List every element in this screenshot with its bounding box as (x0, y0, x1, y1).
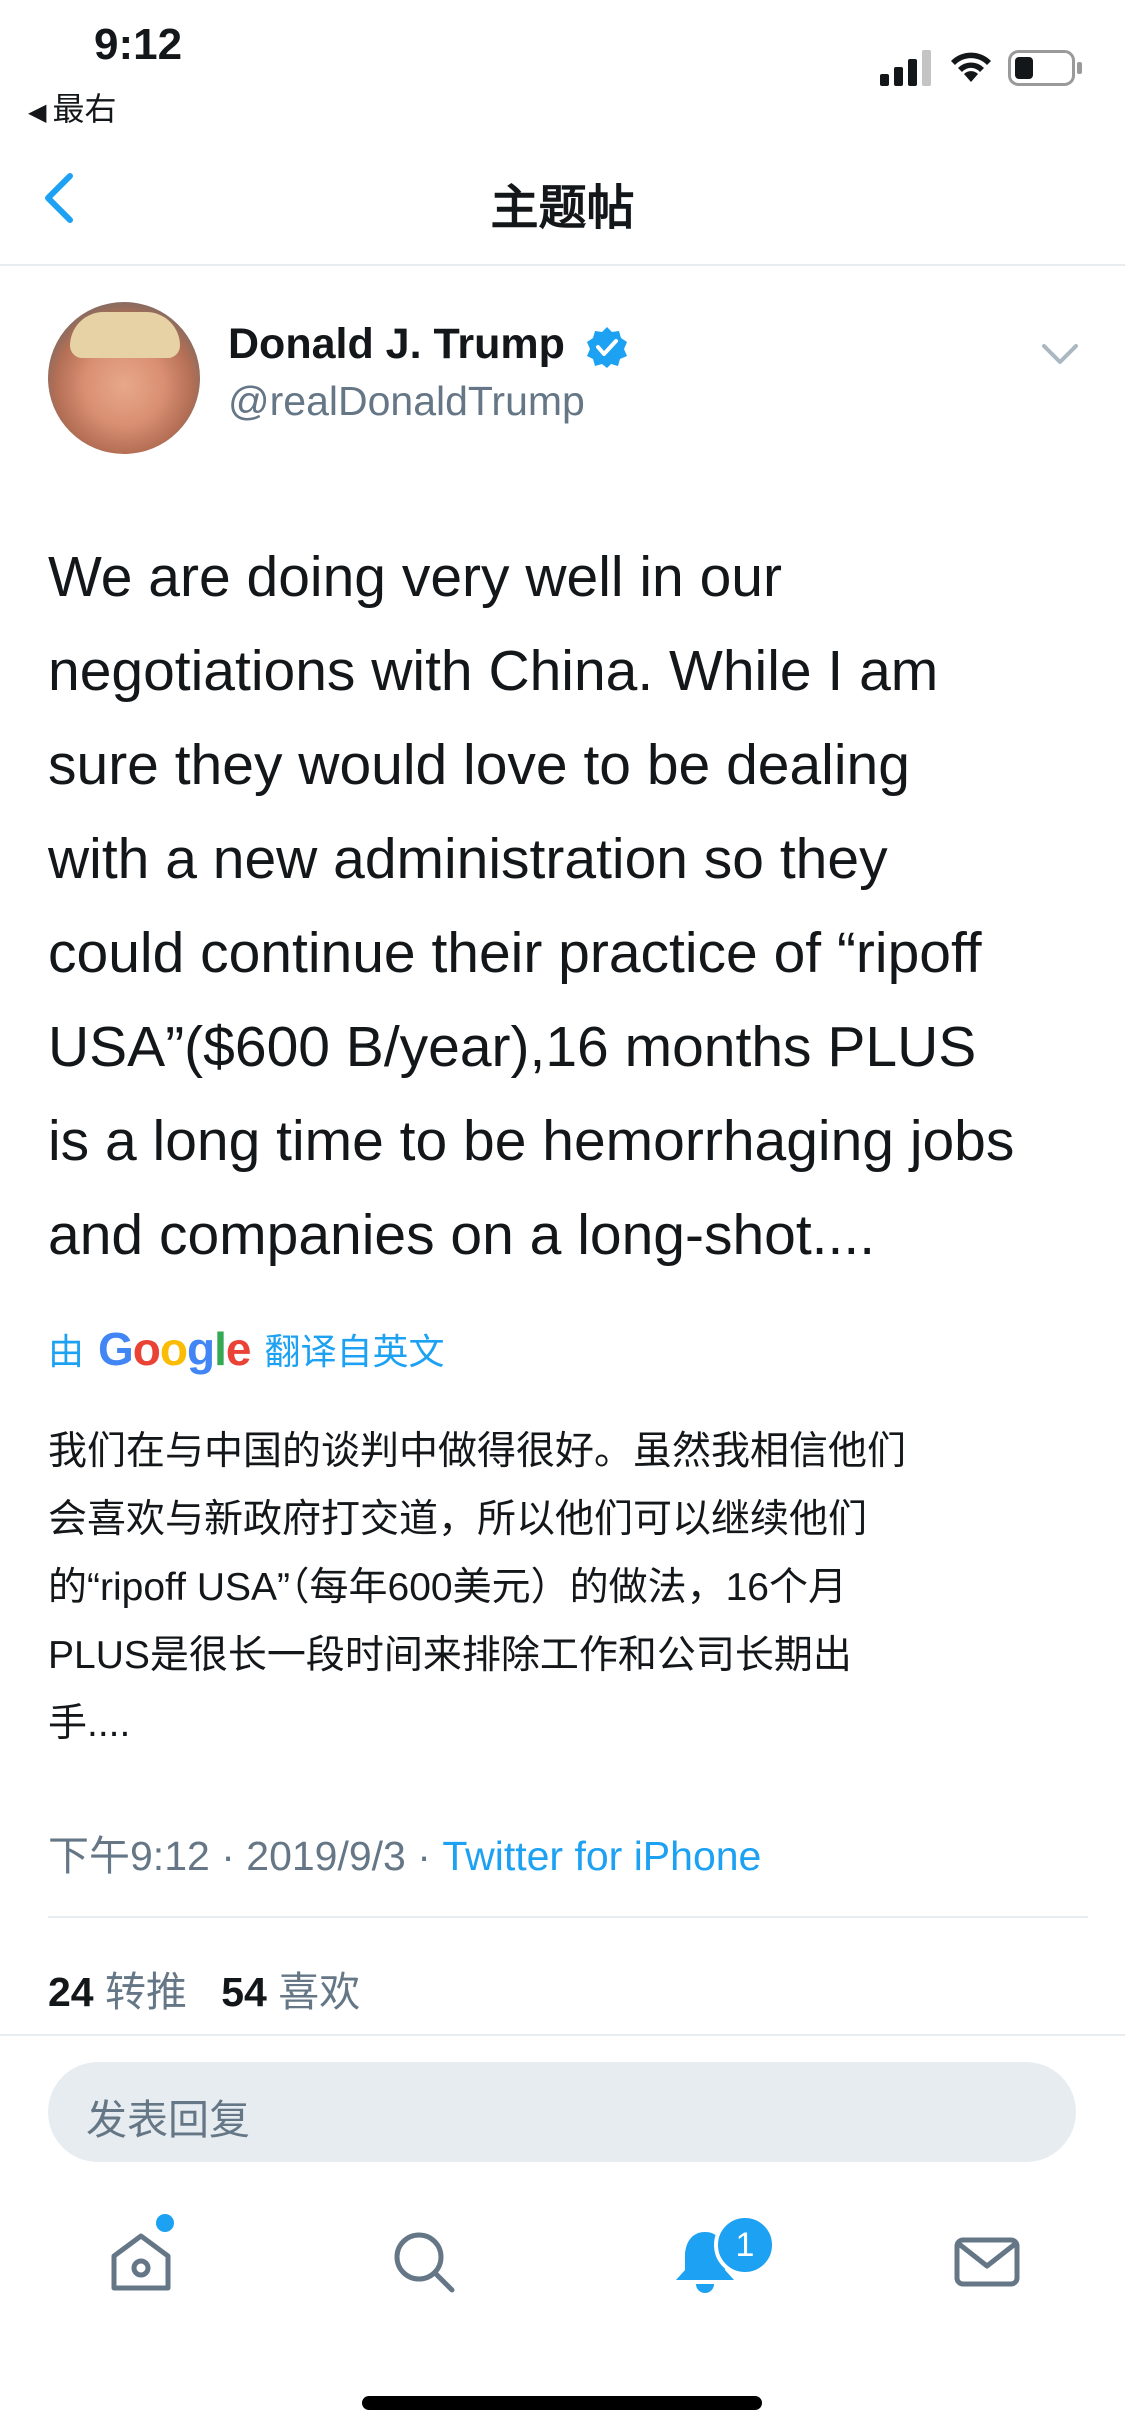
back-to-app-link[interactable]: ◀ 最右 (28, 84, 116, 130)
likes-count: 54 (221, 1969, 267, 2015)
translate-attribution[interactable]: 由 Google 翻译自英文 (48, 1322, 445, 1376)
tweet-stats: 24 转推 54 喜欢 (48, 1958, 360, 2018)
verified-badge-icon (587, 327, 627, 368)
stats-divider (0, 2034, 1125, 2036)
retweets-count: 24 (48, 1969, 94, 2015)
meta-separator: · (417, 1833, 443, 1879)
page-title: 主题帖 (490, 182, 635, 235)
notification-badge: 1 (714, 2214, 776, 2276)
meta-separator: · (221, 1833, 247, 1879)
tweet-date: 2019/9/3 (246, 1833, 406, 1879)
likes-stat[interactable]: 54 喜欢 (221, 1969, 360, 2015)
tweet-meta: 下午9:12 · 2019/9/3 · Twitter for iPhone (48, 1822, 761, 1882)
translate-prefix: 由 (48, 1331, 85, 1372)
back-triangle-icon: ◀ (28, 99, 47, 126)
back-to-app-label: 最右 (52, 91, 117, 127)
home-new-content-dot (156, 2214, 174, 2232)
user-handle[interactable]: @realDonaldTrump (228, 378, 585, 425)
display-name[interactable]: Donald J. Trump (228, 320, 565, 369)
retweets-stat[interactable]: 24 转推 (48, 1969, 187, 2015)
avatar[interactable] (48, 302, 200, 454)
signal-icon (880, 50, 931, 86)
translate-suffix: 翻译自英文 (264, 1331, 445, 1372)
tweet-source-link[interactable]: Twitter for iPhone (442, 1833, 761, 1879)
home-icon[interactable] (106, 2226, 176, 2296)
wifi-icon (951, 52, 991, 82)
home-indicator[interactable] (362, 2396, 762, 2410)
retweets-label: 转推 (105, 1969, 188, 2015)
translated-text: 我们在与中国的谈判中做得很好。虽然我相信他们 会喜欢与新政府打交道，所以他们可以… (48, 1430, 907, 1745)
messages-icon[interactable] (952, 2226, 1022, 2296)
likes-label: 喜欢 (278, 1969, 361, 2015)
tweet-time: 下午9:12 (48, 1833, 210, 1879)
google-logo: Google (98, 1323, 251, 1375)
reply-placeholder: 发表回复 (86, 2097, 250, 2143)
search-icon[interactable] (388, 2226, 458, 2296)
tweet-text: We are doing very well in our negotiatio… (48, 545, 1015, 1267)
meta-divider (48, 1916, 1088, 1918)
battery-icon (1008, 50, 1082, 86)
status-time: 9:12 (94, 20, 183, 69)
header-divider (0, 264, 1125, 266)
chevron-down-icon[interactable] (1040, 340, 1080, 370)
